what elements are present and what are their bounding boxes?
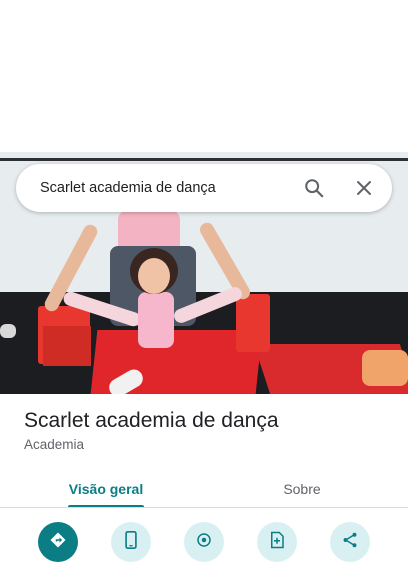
place-category[interactable]: Academia bbox=[24, 437, 84, 452]
call-button[interactable] bbox=[111, 522, 151, 562]
save-button[interactable] bbox=[257, 522, 297, 562]
search-icon[interactable] bbox=[296, 170, 332, 206]
search-bar[interactable]: Scarlet academia de dança bbox=[16, 164, 392, 212]
tab-about[interactable]: Sobre bbox=[256, 470, 348, 508]
phone-icon bbox=[123, 530, 139, 554]
directions-button[interactable] bbox=[38, 522, 78, 562]
search-input[interactable]: Scarlet academia de dança bbox=[40, 180, 296, 196]
nearby-button[interactable] bbox=[184, 522, 224, 562]
save-icon bbox=[269, 531, 285, 554]
map-blank-area bbox=[0, 0, 408, 152]
share-button[interactable] bbox=[330, 522, 370, 562]
tab-overview[interactable]: Visão geral bbox=[60, 470, 152, 508]
close-icon[interactable] bbox=[346, 170, 382, 206]
tab-bar: Visão geral Sobre bbox=[0, 470, 408, 508]
place-title: Scarlet academia de dança bbox=[24, 409, 279, 432]
location-icon bbox=[195, 531, 213, 554]
share-icon bbox=[341, 531, 359, 554]
divider bbox=[0, 507, 408, 508]
directions-icon bbox=[49, 531, 67, 554]
